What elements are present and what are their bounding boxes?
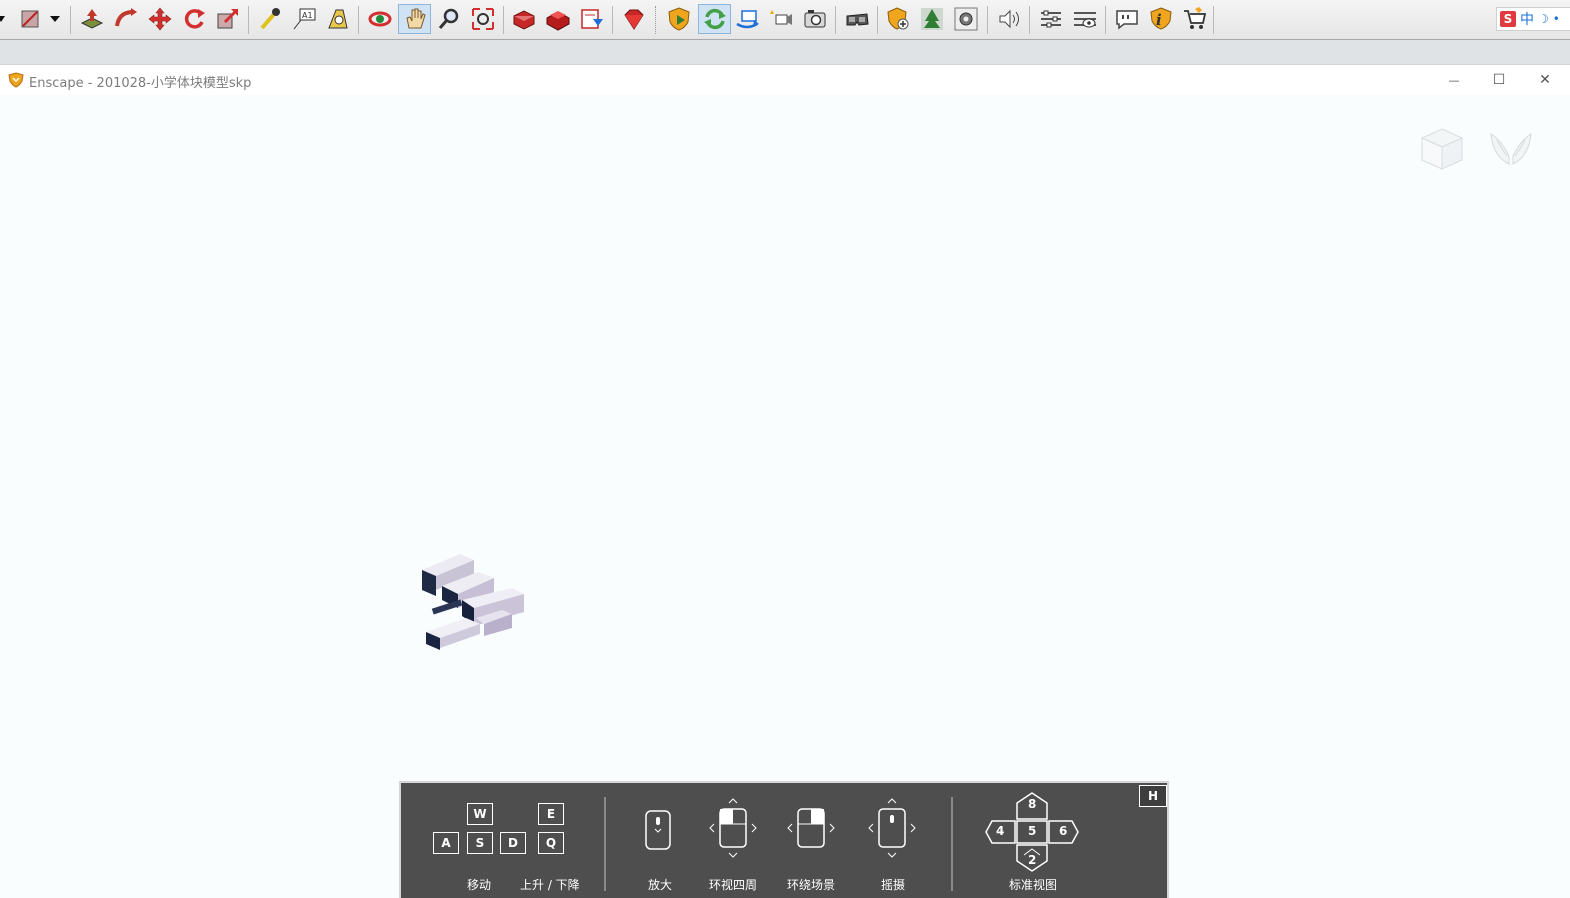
enscape-logo-icon	[8, 72, 24, 88]
enscape-visual-settings-icon[interactable]	[1036, 4, 1066, 34]
divider	[951, 797, 953, 891]
key-d: D	[500, 832, 526, 854]
ime-mode[interactable]: 中	[1520, 9, 1534, 29]
enscape-feedback-icon[interactable]	[1112, 4, 1142, 34]
label-look-around: 环视四周	[709, 878, 758, 892]
paint-bucket-icon[interactable]	[16, 4, 46, 34]
select-dropdown-icon[interactable]	[0, 4, 8, 34]
render-viewport[interactable]	[0, 95, 1570, 898]
enscape-start-icon[interactable]	[664, 4, 694, 34]
nav-cube-icon[interactable]	[1418, 126, 1466, 172]
enscape-licensing-icon[interactable]	[1180, 4, 1210, 34]
numpad-8: 8	[1028, 797, 1037, 811]
enscape-sync-views-icon[interactable]	[732, 4, 762, 34]
label-move: 移动	[467, 878, 492, 892]
toolbar-tray	[0, 40, 1570, 65]
building-model[interactable]	[412, 548, 532, 654]
svg-text:i: i	[1156, 11, 1162, 29]
ime-indicator[interactable]: S 中 ☽ •	[1496, 7, 1570, 31]
mouse-wheel-icon	[645, 810, 671, 850]
numpad-5: 5	[1028, 824, 1037, 838]
fly-mode-icon[interactable]	[1487, 126, 1535, 168]
close-button[interactable]: ✕	[1522, 65, 1568, 95]
enscape-about-icon[interactable]: i	[1146, 4, 1176, 34]
minimize-icon: —	[1448, 73, 1460, 87]
enscape-views-icon[interactable]	[766, 4, 796, 34]
enscape-view-settings-icon[interactable]	[1070, 4, 1100, 34]
pan-icon[interactable]	[398, 4, 431, 34]
enscape-title-bar[interactable]: Enscape - 201028-小学体块模型skp — ☐ ✕	[0, 65, 1570, 95]
label-orbit: 环绕场景	[787, 878, 836, 892]
move-icon[interactable]	[145, 4, 175, 34]
label-zoom: 放大	[648, 878, 673, 892]
mouse-right-drag-icon	[787, 808, 835, 848]
minimize-button[interactable]: —	[1431, 65, 1477, 95]
label-pan: 摇摄	[881, 878, 906, 892]
close-icon: ✕	[1539, 72, 1551, 88]
svg-text:A1: A1	[302, 11, 313, 20]
numpad-6: 6	[1059, 824, 1068, 838]
enscape-vr-icon[interactable]	[842, 4, 872, 34]
3d-text-icon[interactable]	[323, 4, 353, 34]
scale-icon[interactable]	[213, 4, 243, 34]
navigation-help-panel: H W A S D E Q 移动 上升 / 下降 放大 环视四周 环绕场景 摇摄…	[399, 781, 1169, 898]
key-w: W	[467, 803, 493, 825]
window-title: Enscape - 201028-小学体块模型skp	[29, 76, 252, 91]
key-e: E	[538, 803, 564, 825]
key-s: S	[467, 832, 493, 854]
mouse-middle-drag-icon	[868, 798, 916, 858]
3d-warehouse-icon[interactable]	[509, 4, 539, 34]
zoom-icon[interactable]	[434, 4, 464, 34]
maximize-icon: ☐	[1492, 72, 1506, 88]
divider	[604, 797, 606, 891]
rotate-icon[interactable]	[179, 4, 209, 34]
label-up-down: 上升 / 下降	[520, 878, 580, 892]
enscape-material-editor-icon[interactable]	[917, 4, 947, 34]
sogou-logo-icon: S	[1500, 11, 1516, 27]
moon-icon[interactable]: ☽	[1538, 12, 1549, 26]
follow-me-icon[interactable]	[111, 4, 141, 34]
push-pull-icon[interactable]	[77, 4, 107, 34]
punctuation-icon[interactable]: •	[1553, 12, 1560, 26]
label-standard-views: 标准视图	[1009, 878, 1058, 892]
enscape-screenshot-icon[interactable]	[800, 4, 830, 34]
numpad-4: 4	[996, 824, 1005, 838]
numpad-2: 2	[1028, 853, 1037, 867]
extension-warehouse-icon[interactable]	[543, 4, 573, 34]
hide-help-key[interactable]: H	[1139, 785, 1167, 807]
dropdown-arrow-icon[interactable]	[44, 4, 66, 34]
enscape-live-update-icon[interactable]	[698, 4, 731, 34]
orbit-icon[interactable]	[365, 4, 395, 34]
enscape-settings-icon[interactable]	[951, 4, 981, 34]
enscape-asset-library-icon[interactable]	[883, 4, 913, 34]
key-q: Q	[538, 832, 564, 854]
ruby-console-icon[interactable]	[619, 4, 649, 34]
mouse-left-drag-icon	[709, 798, 757, 858]
enscape-sound-icon[interactable]	[994, 4, 1024, 34]
tape-measure-icon[interactable]	[255, 4, 285, 34]
layout-icon[interactable]	[577, 4, 607, 34]
text-icon[interactable]: A1	[289, 4, 319, 34]
key-a: A	[433, 832, 459, 854]
zoom-extents-icon[interactable]	[468, 4, 498, 34]
maximize-button[interactable]: ☐	[1476, 65, 1522, 95]
sketchup-toolbar: A1 i S 中 ☽ •	[0, 0, 1570, 40]
